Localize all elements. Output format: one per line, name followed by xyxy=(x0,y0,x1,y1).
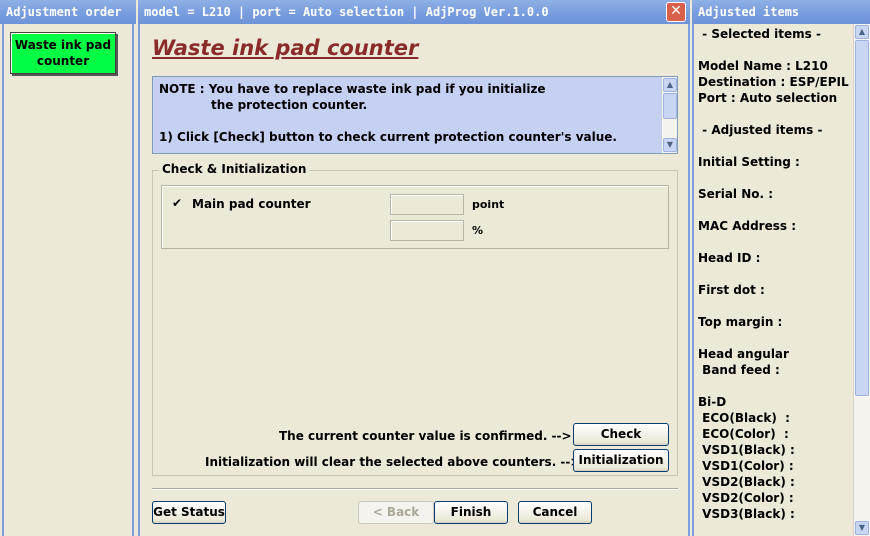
adjusted-item-line: - Selected items - xyxy=(698,27,821,41)
scroll-up-icon[interactable]: ▲ xyxy=(855,25,869,39)
adjusted-item-line: Head ID : xyxy=(698,251,761,265)
point-value-field xyxy=(390,194,464,215)
adjustment-order-panel: Waste ink pad counter xyxy=(2,24,134,536)
initialization-message: Initialization will clear the selected a… xyxy=(205,455,581,469)
adjusted-item-line xyxy=(698,202,852,218)
adjusted-item-line: MAC Address : xyxy=(698,219,796,233)
adjusted-items-scrollbar[interactable]: ▲ ▼ xyxy=(853,24,870,536)
main-panel: Waste ink pad counter NOTE : You have to… xyxy=(138,24,690,536)
separator xyxy=(152,488,678,490)
adjusted-item-line xyxy=(698,266,852,282)
counter-box: ✔ Main pad counter point % xyxy=(161,185,669,249)
adjusted-item-line: VSD1(Color) : xyxy=(698,459,794,473)
point-unit-label: point xyxy=(472,198,505,211)
percent-value-field xyxy=(390,220,464,241)
finish-button[interactable]: Finish xyxy=(434,501,508,524)
adjustment-order-title: Adjustment order xyxy=(0,0,136,24)
adjusted-item-line xyxy=(698,378,852,394)
adjusted-item-line: VSD3(Black) : xyxy=(698,507,795,521)
adjusted-item-line xyxy=(698,138,852,154)
note-line-1: NOTE : You have to replace waste ink pad… xyxy=(159,82,546,96)
adjusted-items-title: Adjusted items xyxy=(692,0,870,24)
adjusted-item-line: VSD2(Black) : xyxy=(698,475,795,489)
adjusted-item-line: First dot : xyxy=(698,283,765,297)
note-scrollbar[interactable]: ▲ ▼ xyxy=(661,77,677,153)
adjusted-item-line: Port : Auto selection xyxy=(698,91,838,105)
adjusted-item-line xyxy=(698,234,852,250)
waste-ink-pad-counter-order-button[interactable]: Waste ink pad counter xyxy=(10,32,116,74)
scroll-up-icon[interactable]: ▲ xyxy=(663,78,677,92)
adjusted-items-list: - Selected items - Model Name : L210 Desti… xyxy=(698,26,852,522)
cancel-button[interactable]: Cancel xyxy=(518,501,592,524)
window-title: model = L210 | port = Auto selection | A… xyxy=(138,0,690,24)
adjusted-item-line: Model Name : L210 xyxy=(698,59,828,73)
main-pad-counter-checkbox[interactable]: ✔ xyxy=(172,197,184,209)
close-icon[interactable]: ✕ xyxy=(666,2,686,22)
scroll-down-icon[interactable]: ▼ xyxy=(855,521,869,535)
adjusted-item-line xyxy=(698,298,852,314)
group-legend: Check & Initialization xyxy=(159,162,310,176)
adjusted-item-line: Destination : ESP/EPIL xyxy=(698,75,849,89)
adjusted-items-panel: - Selected items - Model Name : L210 Desti… xyxy=(692,24,870,536)
scroll-thumb[interactable] xyxy=(663,93,677,119)
adjusted-item-line: Band feed : xyxy=(698,363,780,377)
note-box: NOTE : You have to replace waste ink pad… xyxy=(152,76,678,154)
adjusted-item-line: Serial No. : xyxy=(698,187,774,201)
adjusted-item-line xyxy=(698,42,852,58)
scroll-thumb[interactable] xyxy=(855,40,869,396)
adjusted-item-line: Initial Setting : xyxy=(698,155,800,169)
adjusted-item-line xyxy=(698,106,852,122)
percent-unit-label: % xyxy=(472,224,484,237)
check-initialization-group: Check & Initialization ✔ Main pad counte… xyxy=(152,162,678,476)
note-line-2: the protection counter. xyxy=(211,98,368,112)
adjusted-item-line xyxy=(698,170,852,186)
get-status-button[interactable]: Get Status xyxy=(152,501,226,524)
page-title: Waste ink pad counter xyxy=(152,36,419,60)
adjusted-item-line: Head angular xyxy=(698,347,789,361)
adjusted-item-line: - Adjusted items - xyxy=(698,123,823,137)
scroll-down-icon[interactable]: ▼ xyxy=(663,138,677,152)
adjusted-item-line: VSD1(Black) : xyxy=(698,443,795,457)
adjusted-item-line: VSD2(Color) : xyxy=(698,491,794,505)
adjusted-item-line: Top margin : xyxy=(698,315,783,329)
check-message: The current counter value is confirmed. … xyxy=(279,429,572,443)
main-pad-counter-label[interactable]: Main pad counter xyxy=(192,197,311,211)
note-line-3: 1) Click [Check] button to check current… xyxy=(159,130,617,144)
adjusted-item-line: ECO(Black) : xyxy=(698,411,790,425)
back-button[interactable]: < Back xyxy=(358,501,434,524)
adjusted-item-line: ECO(Color) : xyxy=(698,427,789,441)
check-button[interactable]: Check xyxy=(573,423,669,446)
adjusted-item-line xyxy=(698,330,852,346)
adjusted-item-line: Bi-D xyxy=(698,395,727,409)
initialization-button[interactable]: Initialization xyxy=(573,449,669,472)
